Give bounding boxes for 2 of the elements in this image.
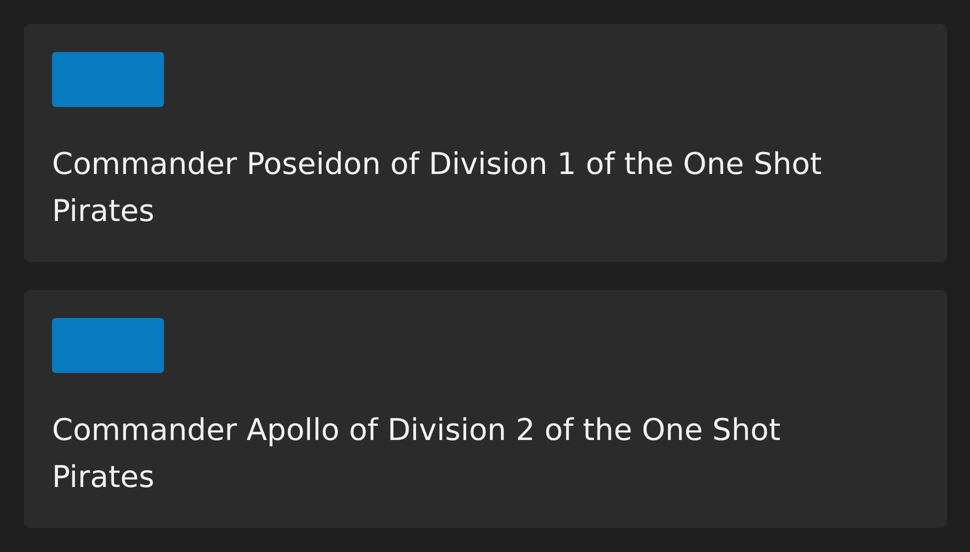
card-title: Commander Poseidon of Division 1 of the One Shot Pirates (52, 146, 823, 231)
card-title: Commander Apollo of Division 2 of the One Shot Pirates (52, 412, 782, 497)
